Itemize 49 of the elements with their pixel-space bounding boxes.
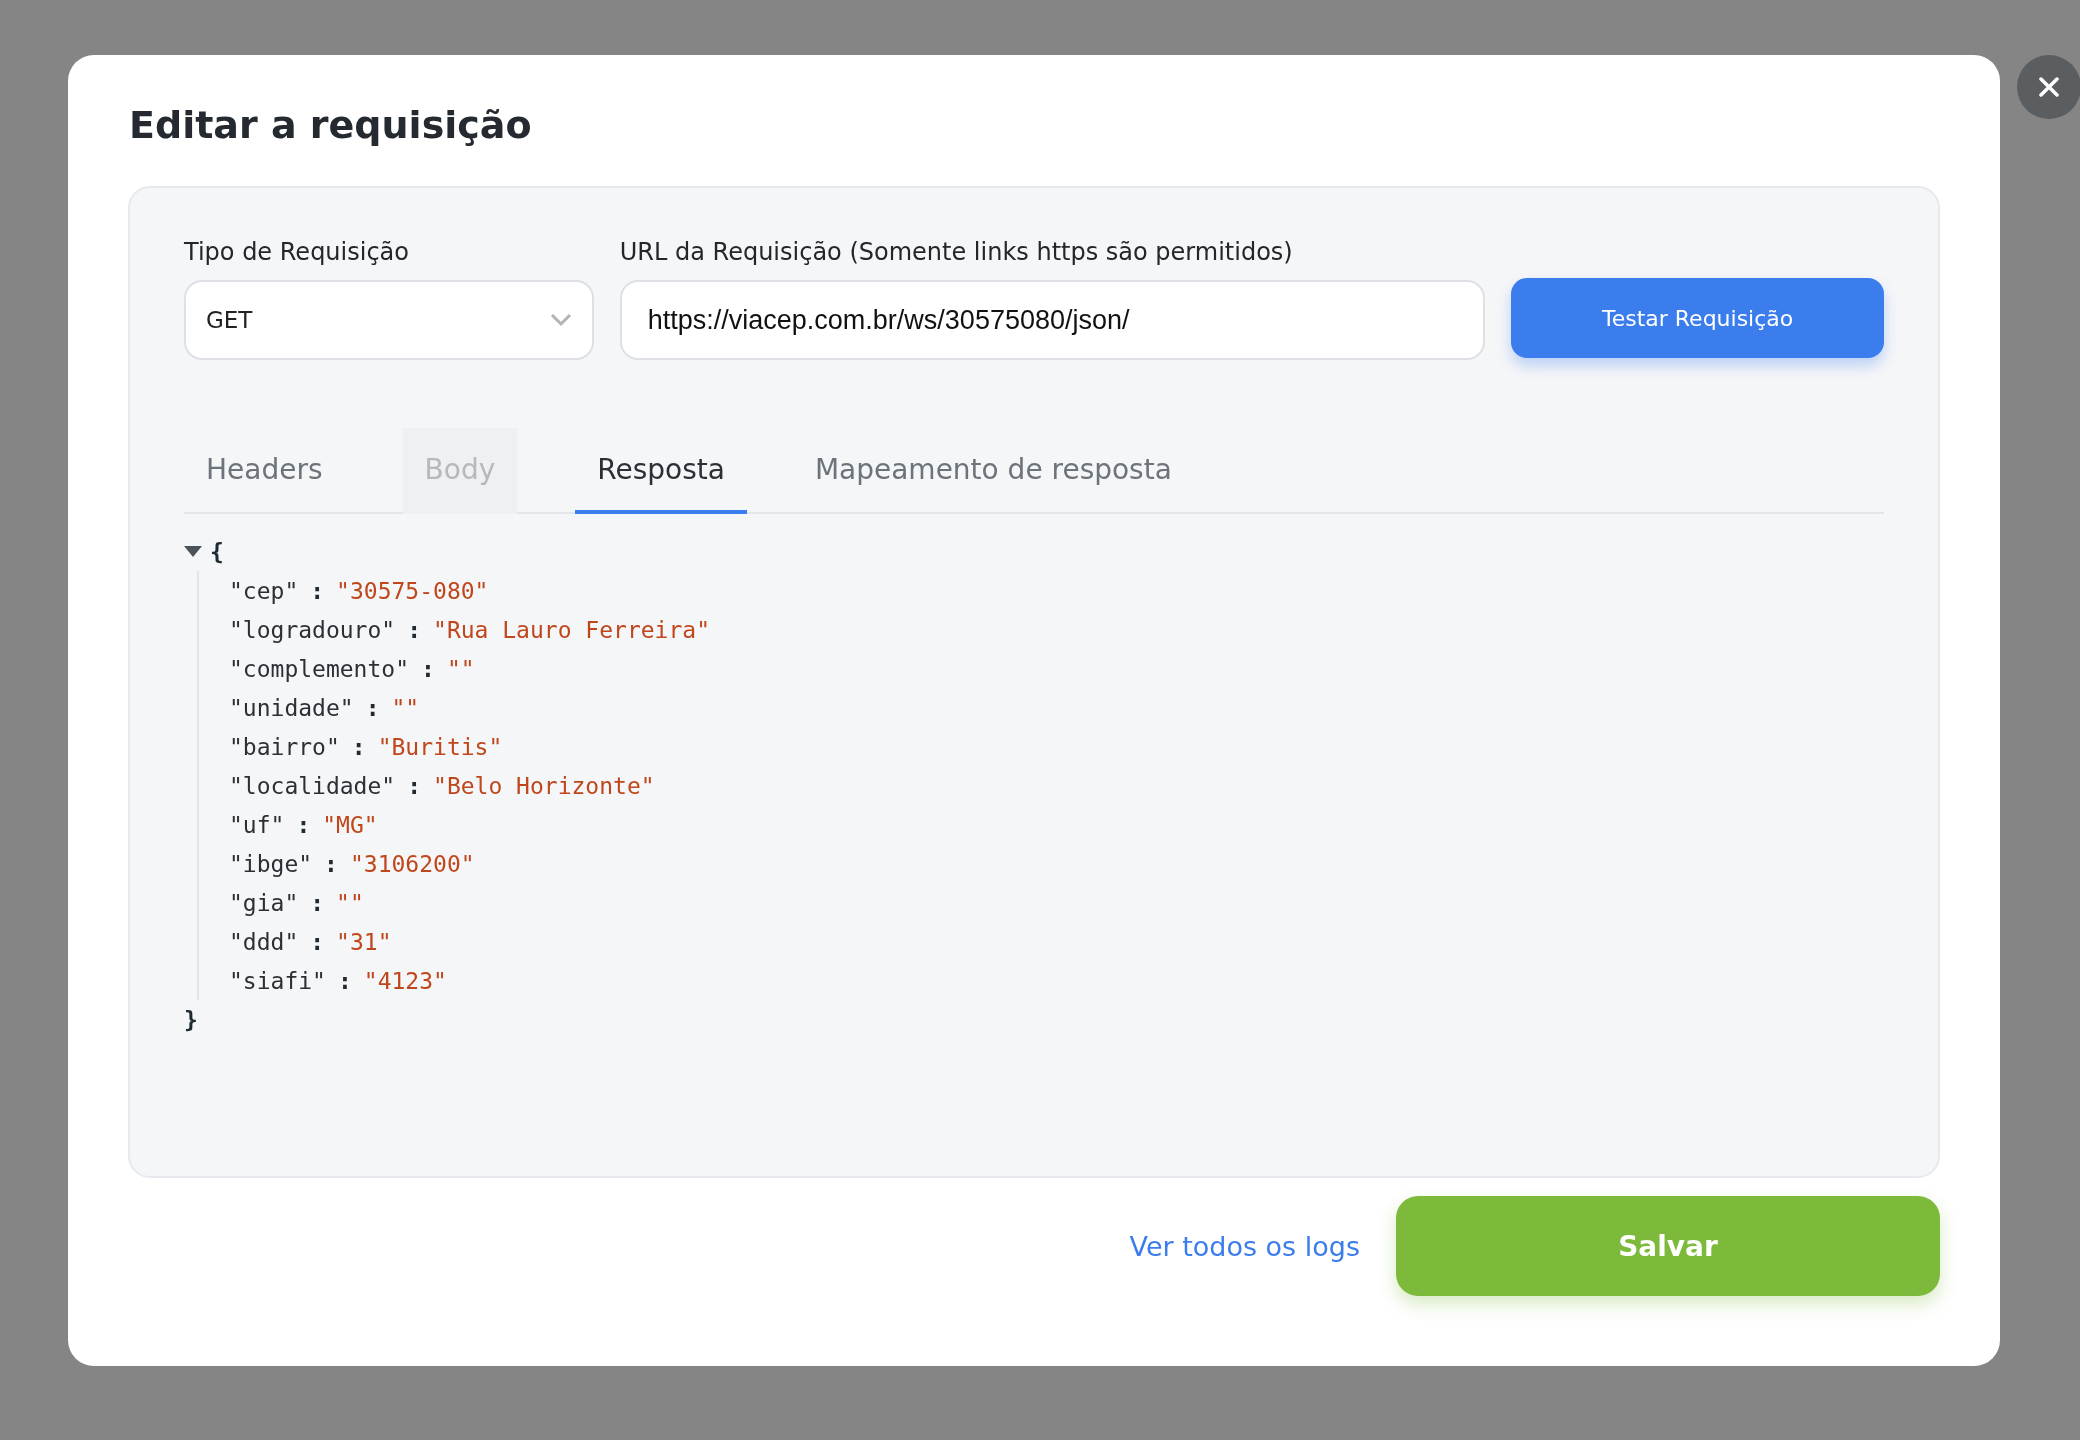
json-key: "unidade" — [229, 694, 354, 721]
code-brace: { — [210, 538, 224, 565]
json-key: "cep" — [229, 577, 299, 604]
tab[interactable]: Headers — [184, 428, 345, 515]
json-separator: : — [296, 811, 311, 838]
json-key: "siafi" — [229, 967, 326, 994]
json-key: "ddd" — [229, 928, 299, 955]
json-value: "30575-080" — [336, 577, 489, 604]
json-key: "ibge" — [229, 850, 313, 877]
json-key: "uf" — [229, 811, 285, 838]
chevron-down-icon — [549, 313, 572, 328]
json-key: "complemento" — [229, 655, 409, 682]
json-value: "MG" — [322, 811, 378, 838]
code-brace: } — [184, 1006, 198, 1033]
view-logs-link[interactable]: Ver todos os logs — [1129, 1230, 1360, 1262]
dialog-title: Editar a requisição — [129, 102, 533, 149]
json-separator: : — [324, 850, 338, 877]
json-value: "" — [391, 694, 420, 721]
json-separator: : — [421, 655, 435, 682]
tab[interactable]: Mapeamento de resposta — [792, 428, 1194, 515]
json-value: "Rua Lauro Ferreira" — [433, 616, 710, 643]
json-separator: : — [310, 577, 325, 604]
json-separator: : — [310, 928, 325, 955]
json-key: "bairro" — [229, 733, 340, 760]
json-value: "4123" — [363, 967, 447, 994]
tab[interactable]: Resposta — [575, 428, 747, 515]
json-separator: : — [365, 694, 380, 721]
json-value: "Buritis" — [377, 733, 503, 760]
json-separator: : — [407, 616, 422, 643]
json-value: "Belo Horizonte" — [433, 772, 655, 799]
field-label: Tipo de Requisição — [184, 238, 410, 267]
json-key: "localidade" — [229, 772, 396, 799]
json-value: "3106200" — [349, 850, 475, 877]
json-value: "31" — [336, 928, 392, 955]
json-separator: : — [310, 889, 325, 916]
json-separator: : — [407, 772, 422, 799]
request-type-select[interactable]: GET — [184, 280, 594, 361]
json-value: "" — [336, 889, 364, 916]
save-button[interactable]: Salvar — [1396, 1196, 1940, 1297]
json-separator: : — [337, 967, 352, 994]
json-key: "logradouro" — [229, 616, 396, 643]
json-value: "" — [446, 655, 475, 682]
field-label: URL da Requisição (Somente links https são permitidos) — [619, 238, 1294, 267]
close-icon — [2039, 77, 2059, 97]
json-separator: : — [351, 733, 366, 760]
url-field[interactable]: https://viacep.com.br/ws/30575080/json/ — [619, 280, 1486, 361]
json-key: "gia" — [229, 889, 299, 916]
test-request-button[interactable]: Testar Requisição — [1511, 278, 1884, 359]
collapse-triangle-icon[interactable] — [184, 545, 202, 558]
